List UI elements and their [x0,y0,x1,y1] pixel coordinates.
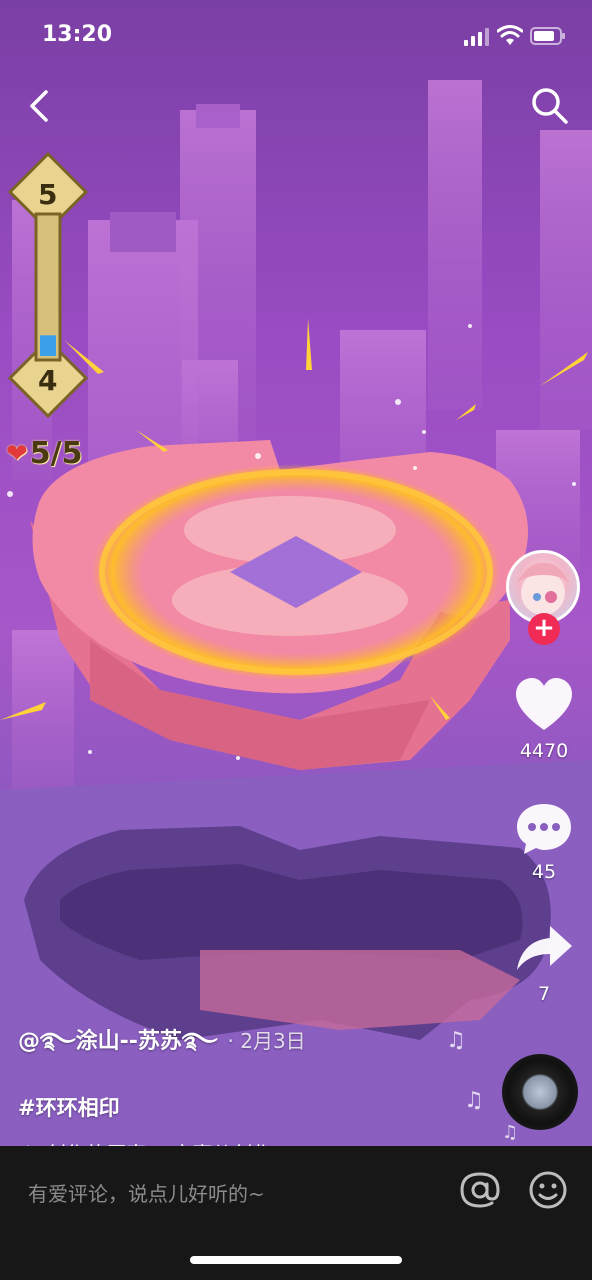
battery-icon [530,27,565,45]
comment-bubble-icon[interactable] [514,800,574,856]
video-player[interactable]: 13:20 5 4 ❤ 5/5 + 4470 45 7 @࿐涂山--苏苏࿐ · … [0,0,592,1146]
follow-button[interactable]: + [528,613,560,645]
wifi-icon [497,25,523,45]
lives-value: 5/5 [29,436,83,471]
status-bar: 13:20 [0,0,592,72]
music-title: 创作的原声 @宋嘉儿创作 [46,1138,272,1146]
home-indicator[interactable] [190,1256,402,1264]
hashtag-link[interactable]: #环环相印 [18,1092,488,1122]
search-icon[interactable] [528,84,570,126]
smiley-icon[interactable] [526,1168,570,1212]
author-name[interactable]: @࿐涂山--苏苏࿐ [18,1016,218,1078]
avatar-image [517,562,569,615]
music-disc[interactable] [502,1054,578,1130]
level-current-top: 5 [38,178,58,211]
back-chevron-icon[interactable] [22,86,56,126]
heart-icon: ❤ [6,438,28,469]
at-icon[interactable] [458,1168,502,1212]
video-caption: @࿐涂山--苏苏࿐ · 2月3日 #环环相印 ♪ 创作的原声 @宋嘉儿创作 [18,1016,488,1146]
cellular-signal-icon [464,28,489,46]
comment-count: 45 [531,861,557,883]
comment-input[interactable]: 有爱评论，说点儿好听的~ [28,1178,265,1207]
level-current-bottom: 4 [38,364,58,397]
comment-input-bar[interactable]: 有爱评论，说点儿好听的~ [0,1146,592,1280]
music-info[interactable]: ♪ 创作的原声 @宋嘉儿创作 [18,1138,338,1147]
share-arrow-icon[interactable] [514,922,574,974]
music-note-icon: ♫ [502,1122,519,1143]
like-count: 4470 [519,740,569,762]
share-count: 7 [537,983,551,1005]
heart-icon[interactable] [514,676,574,734]
status-time: 13:20 [42,22,113,47]
lives-counter: ❤ 5/5 [6,436,83,471]
music-note-icon: ♫ [464,1088,484,1113]
post-date: · 2月3日 [227,1029,306,1053]
music-note-icon: ♫ [446,1028,466,1053]
author-line: @࿐涂山--苏苏࿐ · 2月3日 [18,1016,488,1078]
